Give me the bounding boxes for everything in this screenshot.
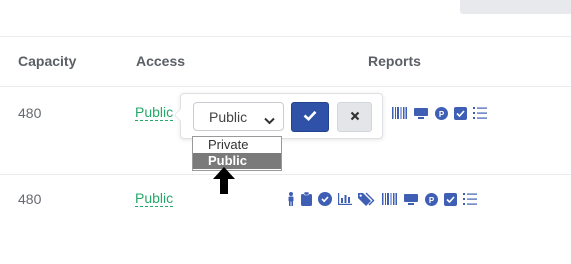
chevron-down-icon xyxy=(264,112,275,128)
report-icons-row-2: P xyxy=(287,191,477,207)
person-icon[interactable] xyxy=(287,192,295,206)
access-link[interactable]: Public xyxy=(135,191,174,207)
access-dropdown-list: Private Public xyxy=(192,136,282,171)
monitor-icon[interactable] xyxy=(413,107,429,119)
access-edit-popover: Public xyxy=(174,93,383,139)
column-header-capacity: Capacity xyxy=(18,53,77,69)
confirm-button[interactable] xyxy=(291,102,329,132)
cursor-arrow-icon xyxy=(213,167,235,200)
access-link[interactable]: Public xyxy=(135,105,174,121)
top-action-button[interactable] xyxy=(460,0,571,14)
barcode-icon[interactable] xyxy=(382,193,397,205)
parking-icon[interactable]: P xyxy=(435,106,448,120)
bar-chart-icon[interactable] xyxy=(338,193,352,205)
svg-text:P: P xyxy=(439,110,445,119)
close-icon xyxy=(350,108,360,126)
check-icon xyxy=(303,108,317,126)
column-header-access: Access xyxy=(136,53,186,69)
access-select[interactable]: Public xyxy=(193,102,284,131)
cancel-button[interactable] xyxy=(337,102,372,132)
header-top-divider xyxy=(0,36,571,37)
checkbox-icon[interactable] xyxy=(444,192,457,206)
header-bottom-divider xyxy=(0,86,571,87)
tag-icon[interactable] xyxy=(358,192,376,206)
monitor-icon[interactable] xyxy=(403,193,419,205)
row-divider xyxy=(0,174,571,175)
dropdown-option-public[interactable]: Public xyxy=(193,153,281,169)
column-header-reports: Reports xyxy=(368,53,421,69)
parking-icon[interactable]: P xyxy=(425,192,438,206)
dropdown-option-private[interactable]: Private xyxy=(193,137,281,153)
checkbox-icon[interactable] xyxy=(454,106,467,120)
capacity-cell: 480 xyxy=(18,191,42,207)
report-icons-row-1: P xyxy=(392,105,487,121)
access-select-value: Public xyxy=(209,108,248,125)
list-icon[interactable] xyxy=(463,192,477,206)
check-circle-icon[interactable] xyxy=(318,192,332,206)
svg-text:P: P xyxy=(429,196,435,205)
capacity-cell: 480 xyxy=(18,105,42,121)
clipboard-icon[interactable] xyxy=(301,192,312,206)
barcode-icon[interactable] xyxy=(392,107,407,119)
list-icon[interactable] xyxy=(473,106,487,120)
